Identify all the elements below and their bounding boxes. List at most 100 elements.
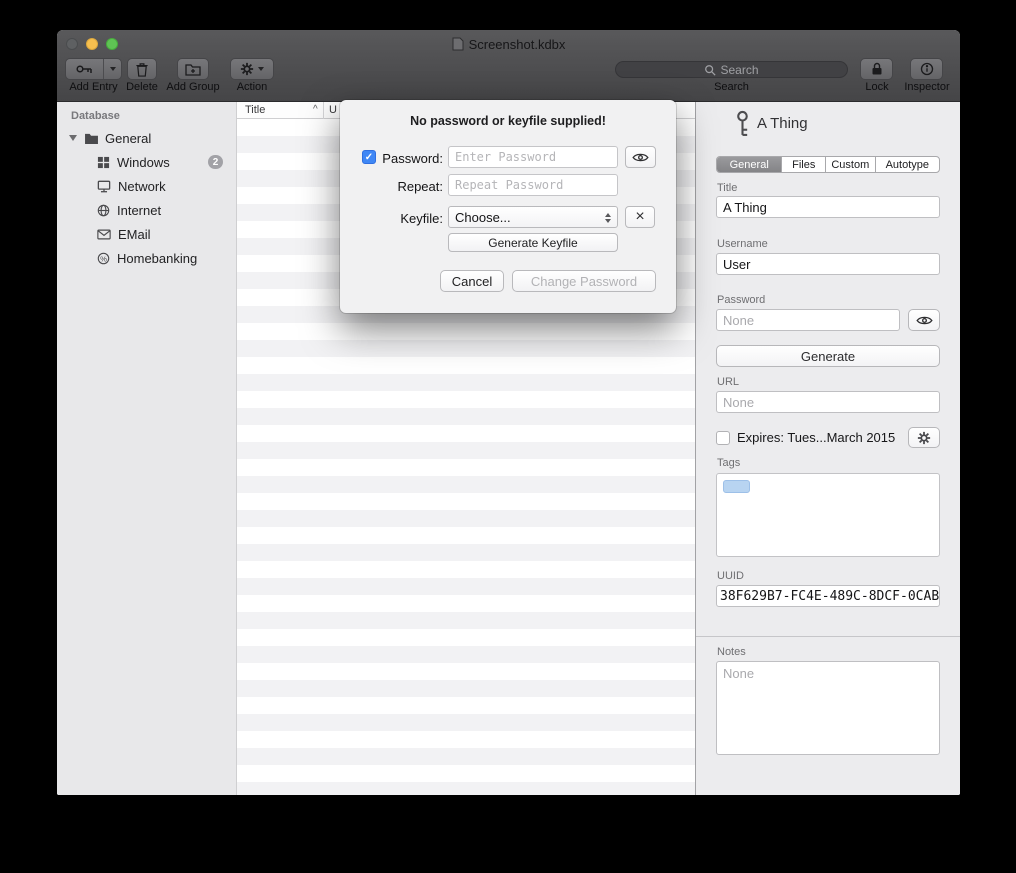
eye-icon [632,152,649,163]
entry-title: A Thing [757,115,808,132]
cancel-button[interactable]: Cancel [440,270,504,292]
notes-field[interactable]: None [716,661,940,755]
search-label: Search [615,81,848,93]
sidebar-item-windows[interactable]: Windows [57,150,237,174]
window-title: Screenshot.kdbx [469,37,566,52]
column-divider[interactable] [323,102,324,119]
search-icon [704,64,716,76]
enter-password-placeholder: Enter Password [455,150,556,164]
tags-field[interactable] [716,473,940,557]
key-plus-icon [66,59,103,79]
url-field[interactable]: None [716,391,940,413]
password-checkbox[interactable]: ✓ [362,150,376,164]
folder-plus-icon [185,63,201,76]
windows-icon [97,156,110,169]
expires-checkbox[interactable] [716,431,730,445]
section-divider [696,636,960,637]
url-field-label: URL [717,376,739,388]
sidebar-item-label: Network [118,179,166,194]
password-field-label: Password [717,294,765,306]
inspector-tabs: General Files Custom Autotype [716,156,940,173]
monitor-icon [97,180,111,193]
uuid-value: 38F629B7-FC4E-489C-8DCF-0CAB [720,589,939,604]
username-field[interactable]: User [716,253,940,275]
enter-password-input[interactable]: Enter Password [448,146,618,168]
sidebar-item-label: General [105,131,151,146]
app-window: Screenshot.kdbx Add Entry [57,30,960,795]
title-field[interactable]: A Thing [716,196,940,218]
username-field-label: Username [717,238,768,250]
tag-chip[interactable] [723,480,750,493]
sort-indicator-icon: ^ [313,104,318,115]
sidebar-item-internet[interactable]: Internet [57,198,237,222]
tab-autotype[interactable]: Autotype [876,157,939,172]
add-entry-dropdown[interactable] [103,59,121,79]
disclosure-triangle-icon[interactable] [69,135,77,141]
keyfile-dropdown-value: Choose... [455,210,511,225]
uuid-field[interactable]: 38F629B7-FC4E-489C-8DCF-0CAB [716,585,940,607]
sidebar: Database General 2 Windows Network [57,102,237,795]
sidebar-item-label: Windows [117,155,170,170]
generate-button-label: Generate [801,349,855,364]
add-group-button[interactable] [177,58,209,80]
title-area: Screenshot.kdbx [57,30,960,58]
tab-general[interactable]: General [717,157,782,172]
title-field-value: A Thing [723,200,767,215]
desktop-background: Screenshot.kdbx Add Entry [0,0,1016,873]
sidebar-item-network[interactable]: Network [57,174,237,198]
inspector-label: Inspector [897,81,957,93]
sidebar-item-label: Homebanking [117,251,197,266]
uuid-label: UUID [717,570,744,582]
change-password-button[interactable]: Change Password [512,270,656,292]
sidebar-item-homebanking[interactable]: % Homebanking [57,246,237,270]
generate-keyfile-button[interactable]: Generate Keyfile [448,233,618,252]
trash-icon [135,62,149,77]
eye-icon [916,315,933,326]
close-x-icon: × [635,208,644,226]
sidebar-item-general[interactable]: General 2 [57,126,237,150]
svg-text:%: % [100,254,107,263]
password-field[interactable]: None [716,309,900,331]
sidebar-item-label: EMail [118,227,151,242]
search-placeholder: Search [720,63,758,77]
coin-icon: % [97,252,110,265]
username-field-value: User [723,257,750,272]
document-icon [452,37,464,51]
password-label: Password: [379,151,443,166]
inspector-panel: A Thing General Files Custom Autotype Ti… [696,102,960,795]
delete-button[interactable] [127,58,157,80]
expires-settings-button[interactable] [908,427,940,448]
tab-files[interactable]: Files [782,157,826,172]
column-username[interactable]: U [329,104,337,116]
lock-button[interactable] [860,58,893,80]
generate-password-button[interactable]: Generate [716,345,940,367]
add-group-label: Add Group [162,81,224,93]
add-entry-button[interactable] [65,58,122,80]
sidebar-item-label: Internet [117,203,161,218]
lock-icon [871,62,883,76]
change-password-label: Change Password [531,274,637,289]
dialog-message: No password or keyfile supplied! [340,114,676,128]
tags-label: Tags [717,457,740,469]
dropdown-arrows-icon [605,207,611,229]
titlebar[interactable]: Screenshot.kdbx [57,30,960,58]
password-field-placeholder: None [723,313,754,328]
globe-icon [97,204,110,217]
clear-keyfile-button[interactable]: × [625,206,655,228]
reveal-password-button[interactable] [908,309,940,331]
sidebar-item-email[interactable]: EMail [57,222,237,246]
envelope-icon [97,229,111,240]
keyfile-dropdown[interactable]: Choose... [448,206,618,228]
repeat-password-input[interactable]: Repeat Password [448,174,618,196]
repeat-label: Repeat: [379,179,443,194]
action-button[interactable] [230,58,274,80]
action-caret [258,67,264,71]
inspector-button[interactable] [910,58,943,80]
column-title[interactable]: Title [245,104,265,116]
tab-custom[interactable]: Custom [826,157,876,172]
title-field-label: Title [717,182,737,194]
dialog-reveal-password-button[interactable] [625,146,656,168]
repeat-password-placeholder: Repeat Password [455,178,563,192]
keyfile-label: Keyfile: [379,211,443,226]
search-input[interactable]: Search [615,61,848,78]
